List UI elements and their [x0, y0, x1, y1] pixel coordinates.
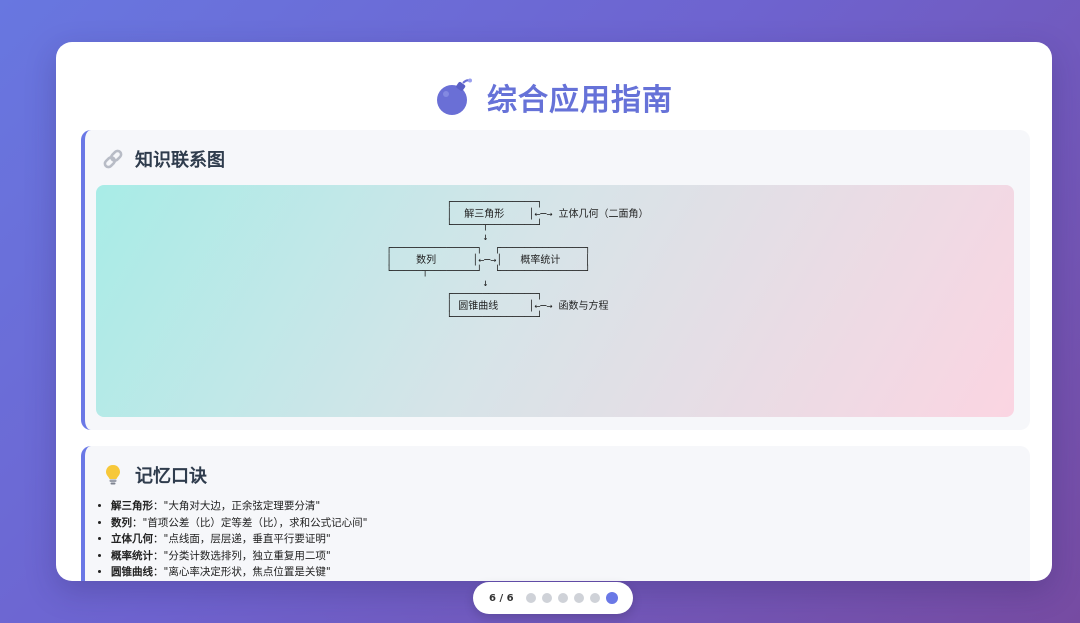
page-title: 综合应用指南: [487, 83, 673, 118]
mnemonic-term: 概率统计: [111, 549, 153, 562]
lightbulb-icon: [106, 465, 120, 485]
list-item: 圆锥曲线："离心率决定形状，焦点位置是关键": [111, 564, 367, 581]
link-icon: [103, 149, 123, 169]
slide-card: 综合应用指南 知识联系图 ┌──────────────┐ │ 解三角形 │←─…: [56, 42, 1052, 581]
pager-dot-6[interactable]: [605, 592, 618, 604]
pager-dot-1[interactable]: [525, 593, 536, 603]
list-item: 概率统计："分类计数选排列，独立重复用二项": [111, 548, 367, 565]
list-item: 立体几何："点线面，层层递，垂直平行要证明": [111, 531, 367, 548]
mnemonics-list: 解三角形："大角对大边，正余弦定理要分清" 数列："首项公差（比）定等差（比），…: [97, 498, 367, 581]
mnemonic-term: 圆锥曲线: [111, 566, 153, 578]
mnemonic-text: ："分类计数选排列，独立重复用二项": [153, 549, 331, 562]
pager-dot-2[interactable]: [541, 593, 552, 603]
mnemonics-section: 记忆口诀 解三角形："大角对大边，正余弦定理要分清" 数列："首项公差（比）定等…: [81, 446, 1030, 581]
mnemonic-text: ："大角对大边，正余弦定理要分清": [153, 500, 321, 512]
mnemonic-text: ："点线面，层层递，垂直平行要证明": [153, 533, 331, 545]
page-title-row: 综合应用指南: [56, 72, 1052, 122]
pager-dot-4[interactable]: [573, 593, 584, 603]
list-item: 解三角形："大角对大边，正余弦定理要分清": [111, 498, 367, 515]
mnemonics-header: 记忆口诀: [101, 462, 207, 488]
page-counter: 6 / 6: [489, 592, 514, 604]
mnemonic-term: 解三角形: [111, 500, 153, 512]
knowledge-map-section: 知识联系图 ┌──────────────┐ │ 解三角形 │←─→ 立体几何（…: [81, 130, 1030, 430]
list-item: 数列："首项公差（比）定等差（比），求和公式记心间": [111, 515, 367, 532]
knowledge-map-header: 知识联系图: [101, 146, 225, 172]
pager-dot-5[interactable]: [589, 593, 600, 603]
bomb-icon: [437, 78, 472, 115]
mnemonics-title: 记忆口诀: [135, 466, 207, 487]
pager-dot-3[interactable]: [557, 593, 568, 603]
mnemonic-term: 立体几何: [111, 533, 153, 545]
mnemonic-term: 数列: [111, 516, 132, 529]
knowledge-diagram-text: ┌──────────────┐ │ 解三角形 │←─→ 立体几何（二面角） └…: [386, 197, 649, 323]
knowledge-diagram: ┌──────────────┐ │ 解三角形 │←─→ 立体几何（二面角） └…: [96, 185, 1014, 417]
knowledge-map-title: 知识联系图: [135, 150, 225, 171]
mnemonic-text: ："离心率决定形状，焦点位置是关键": [153, 566, 331, 578]
slide-pager: 6 / 6: [473, 582, 633, 614]
mnemonic-text: ："首项公差（比）定等差（比），求和公式记心间": [132, 516, 368, 529]
